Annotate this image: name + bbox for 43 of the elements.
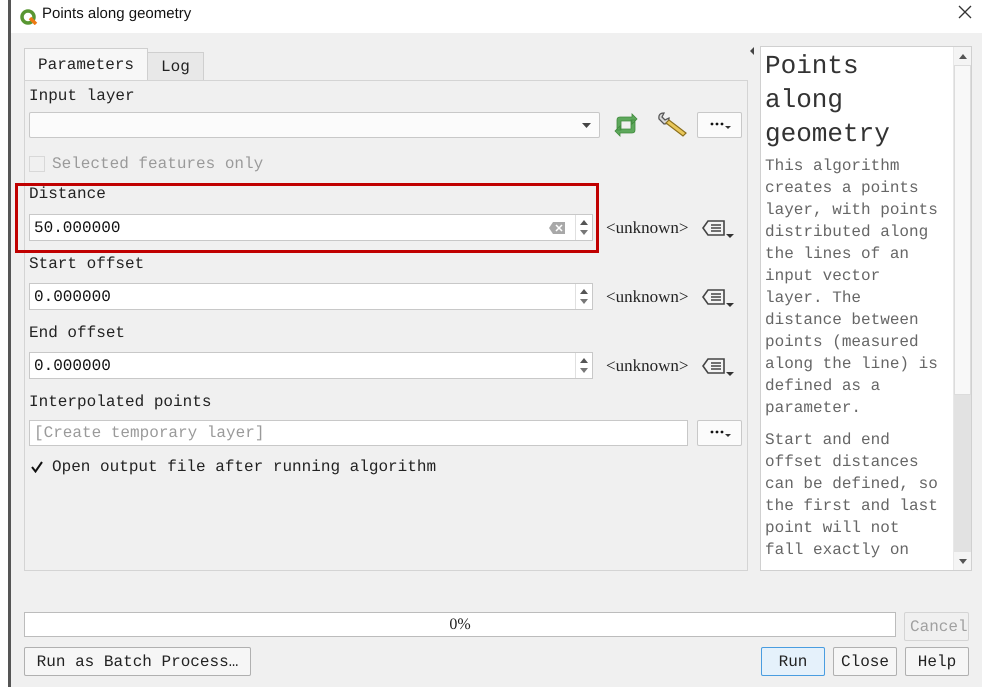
browse-button[interactable] [697,420,742,446]
help-paragraph: This algorithm creates a points layer, with points distributed along the lines of an input vector layer. The distance between points (measured along the line) is defined as a parameter. [765,156,939,419]
button[interactable]: Close [833,647,897,676]
progress-label: 0% [449,614,471,634]
scrollbar[interactable] [953,47,971,570]
number-field[interactable]: 0.000000 [29,352,593,379]
scroll-down-icon[interactable] [958,558,966,564]
button[interactable]: Run [761,647,825,676]
spin-up-icon[interactable] [580,220,588,225]
output-field[interactable]: [Create temporary layer] [29,420,688,446]
field-label: Input layer [29,86,136,106]
browse-button[interactable] [697,112,742,138]
unit-label: <unknown> [606,354,688,377]
field-label: Interpolated points [29,392,212,412]
checkbox-label: Open output file after running algorithm [52,457,436,478]
close-icon[interactable] [958,4,972,18]
spin-down-icon[interactable] [580,230,588,235]
field-label: End offset [29,323,126,343]
help-paragraph: Start and end offset distances can be defined, so the first and last point will not fall exactly on [765,430,939,561]
more-icon[interactable] [708,428,732,438]
collapse-arrow-icon[interactable] [750,47,754,55]
dropdown-arrow-icon[interactable] [582,122,591,128]
tab[interactable]: Parameters [24,48,148,80]
more-icon[interactable] [708,120,732,130]
checkbox-label: Selected features only [52,154,264,175]
unit-label: <unknown> [606,216,688,239]
button[interactable]: Run as Batch Process… [24,647,251,676]
field-label: Distance [29,184,107,204]
number-field[interactable]: 50.000000 [29,214,593,241]
spin-down-icon[interactable] [580,368,588,373]
button[interactable]: Help [905,647,969,676]
window-title: Points along geometry [42,4,192,24]
app-logo-icon [20,8,38,24]
field-label: Start offset [29,254,146,274]
number-field[interactable]: 0.000000 [29,283,593,310]
wrench-icon[interactable] [655,111,688,139]
spin-down-icon[interactable] [580,299,588,304]
tab[interactable]: Log [148,52,204,80]
spin-up-icon[interactable] [580,289,588,294]
scroll-up-icon[interactable] [958,54,966,58]
unit-label: <unknown> [606,286,688,308]
spin-up-icon[interactable] [580,358,588,363]
help-title: Points along geometry [765,50,891,151]
